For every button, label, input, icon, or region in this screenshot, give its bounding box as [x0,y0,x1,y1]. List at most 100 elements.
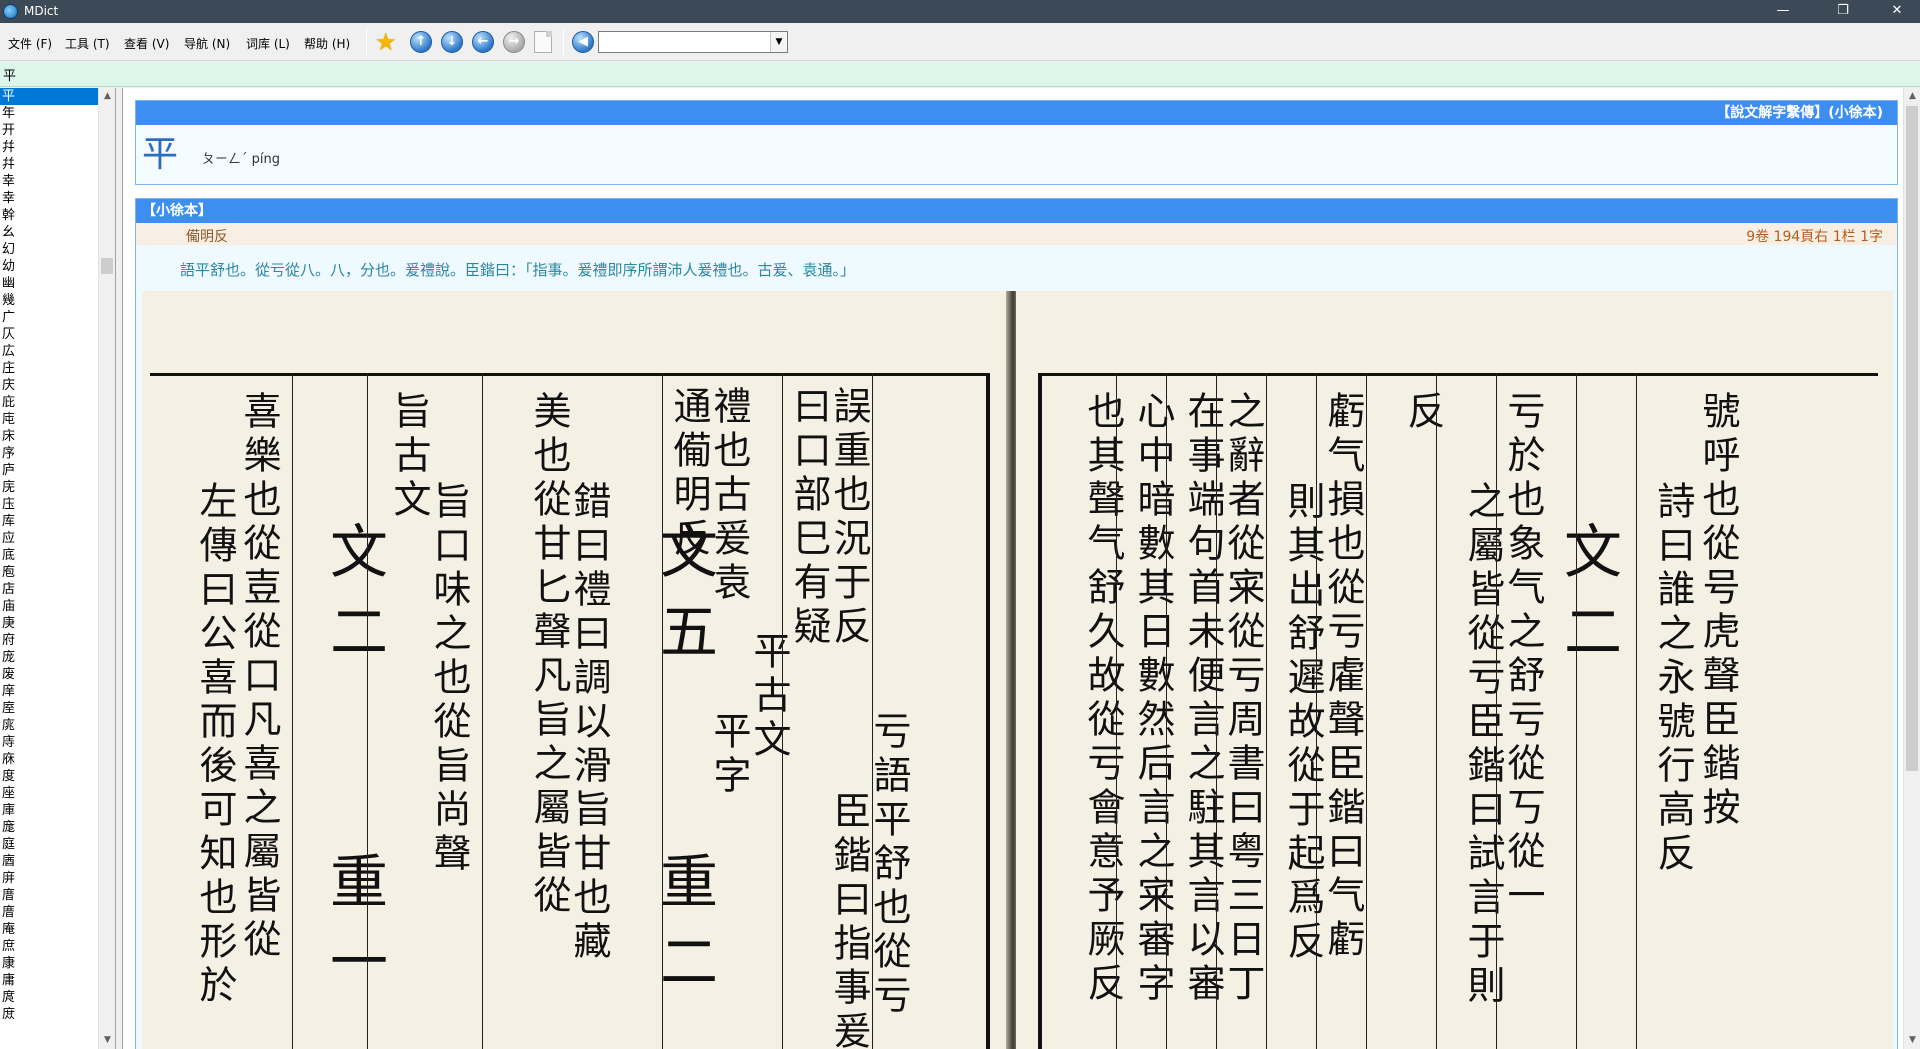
word-list-item[interactable]: 庐 [0,462,99,479]
content-scrollbar[interactable]: ▲ ▼ [1903,88,1920,1049]
word-list-item[interactable]: 序 [0,445,99,462]
word-list-item[interactable]: 庙 [0,598,99,615]
word-list-item[interactable]: 康 [0,955,99,972]
scan-text-column: 詩曰誰之永號行高反 [1646,481,1701,877]
chevron-up-icon[interactable]: ▲ [1904,88,1920,105]
dictionary-header: 【說文解字繫傳】(小徐本) [136,101,1897,125]
word-list-item[interactable]: 庑 [0,479,99,496]
word-list-item[interactable]: 应 [0,530,99,547]
book-scan-image: 喜樂也從壴從口凡喜之屬皆從 左傳曰公喜而後可知也形於 文二 重一 旨古文 旨口味之也從旨尚… [142,291,1893,1049]
restore-button[interactable]: ❐ [1820,0,1866,23]
arrow-left-icon[interactable]: ← [472,31,494,53]
word-list-item[interactable]: 庇 [0,394,99,411]
word-list-item[interactable]: 幷 [0,156,99,173]
word-list-item[interactable]: 废 [0,666,99,683]
word-list-item[interactable]: 库 [0,513,99,530]
word-list-item[interactable]: 幸 [0,173,99,190]
word-list-item[interactable]: 幸 [0,190,99,207]
word-list-item[interactable]: 开 [0,122,99,139]
chevron-up-icon[interactable]: ▲ [99,88,116,105]
pronunciation: ㄆㄧㄥˊ píng [202,148,280,167]
scan-text-column: 文二 [312,521,396,681]
word-list-item[interactable]: 庣 [0,717,99,734]
word-list-item[interactable]: 庻 [0,1006,99,1023]
scan-text-column: 則其出舒遲故從于起爲反 [1276,481,1331,965]
word-list-item[interactable]: 広 [0,343,99,360]
star-icon[interactable]: ★ [375,29,397,55]
word-list-item[interactable]: 庶 [0,938,99,955]
scrollbar-thumb[interactable] [1906,106,1918,771]
menu-toolbar: 文件 (F) 工具 (T) 查看 (V) 导航 (N) 词库 (L) 帮助 (H… [0,23,1920,61]
word-list-item[interactable]: 庤 [0,734,99,751]
word-list-item[interactable]: 庴 [0,904,99,921]
close-button[interactable]: ✕ [1874,0,1920,23]
word-list-item[interactable]: 庢 [0,700,99,717]
arrow-right-icon[interactable]: → [503,31,525,53]
scan-text-column: 心中暗數其日數然后言之宷審字 [1126,391,1181,1007]
word-list-item[interactable]: 幻 [0,241,99,258]
word-list-item[interactable]: 幼 [0,258,99,275]
word-list-item[interactable]: 度 [0,768,99,785]
word-list-item[interactable]: 仄 [0,326,99,343]
word-list-item[interactable]: 庵 [0,921,99,938]
word-list-item[interactable]: 幷 [0,139,99,156]
search-input[interactable] [3,65,303,83]
column-rule [367,373,368,1049]
word-list-item[interactable]: 店 [0,581,99,598]
column-rule [1266,373,1267,1049]
word-list-item[interactable]: 平 [0,88,99,105]
word-list-item[interactable]: 庹 [0,989,99,1006]
word-list-item[interactable]: 幺 [0,224,99,241]
menu-navigate[interactable]: 导航 (N) [184,35,230,52]
word-list-item[interactable]: 庖 [0,564,99,581]
word-list-item[interactable]: 庮 [0,853,99,870]
word-list-item[interactable]: 座 [0,785,99,802]
word-list-item[interactable]: 床 [0,428,99,445]
scan-text-column: 通僃明反 [662,386,717,562]
minimize-button[interactable]: — [1760,0,1806,23]
menu-view[interactable]: 查看 (V) [124,35,169,52]
document-icon[interactable] [534,31,552,53]
menu-file[interactable]: 文件 (F) [8,35,52,52]
word-list-item[interactable]: 庸 [0,972,99,989]
word-list-item[interactable]: 庭 [0,836,99,853]
scan-text-column: 之屬皆從亏臣鍇曰試言于則 [1456,481,1511,1009]
speaker-icon[interactable]: ◀ [572,31,594,53]
word-list-item[interactable]: 底 [0,547,99,564]
menu-help[interactable]: 帮助 (H) [304,35,350,52]
word-list-item[interactable]: 庰 [0,870,99,887]
scrollbar-thumb[interactable] [101,258,113,274]
scan-text-column: 左傳曰公喜而後可知也形於 [188,481,243,1009]
word-list-item[interactable]: 庆 [0,377,99,394]
arrow-up-icon[interactable]: ↑ [410,31,432,53]
word-list-item[interactable]: 庒 [0,496,99,513]
arrow-down-icon[interactable]: ↓ [441,31,463,53]
word-list-item[interactable]: 府 [0,632,99,649]
column-rule [1576,373,1577,1049]
word-list-item[interactable]: 庬 [0,819,99,836]
word-list-item[interactable]: 庉 [0,411,99,428]
word-list-item[interactable]: 庴 [0,887,99,904]
word-list-item[interactable]: 年 [0,105,99,122]
word-list-item[interactable]: 庞 [0,649,99,666]
chevron-down-icon[interactable]: ▼ [99,1032,116,1049]
word-list-item[interactable]: 广 [0,309,99,326]
word-list-item[interactable]: 庚 [0,615,99,632]
word-list: 平年开幷幷幸幸幹幺幻幼幽幾广仄広庄庆庇庉床序庐庑庒库应底庖店庙庚府庞废庠庢庣庤庥… [0,88,116,1049]
menu-library[interactable]: 词库 (L) [246,35,290,52]
fanqie-reading: 僃明反 [186,226,228,246]
word-list-item[interactable]: 庫 [0,802,99,819]
word-list-item[interactable]: 庄 [0,360,99,377]
word-list-item[interactable]: 庠 [0,683,99,700]
word-list-item[interactable]: 庥 [0,751,99,768]
dictionary-select[interactable]: ▼ [598,31,788,53]
entry-meta-row: 僃明反 9卷 194頁右 1栏 1字 [136,223,1897,245]
word-list-item[interactable]: 幹 [0,207,99,224]
word-list-scrollbar[interactable]: ▲ ▼ [98,88,115,1049]
menu-tools[interactable]: 工具 (T) [65,35,110,52]
column-rule [872,373,873,1049]
chevron-down-icon[interactable]: ▼ [770,32,787,52]
chevron-down-icon[interactable]: ▼ [1904,1032,1920,1049]
word-list-item[interactable]: 幾 [0,292,99,309]
word-list-item[interactable]: 幽 [0,275,99,292]
